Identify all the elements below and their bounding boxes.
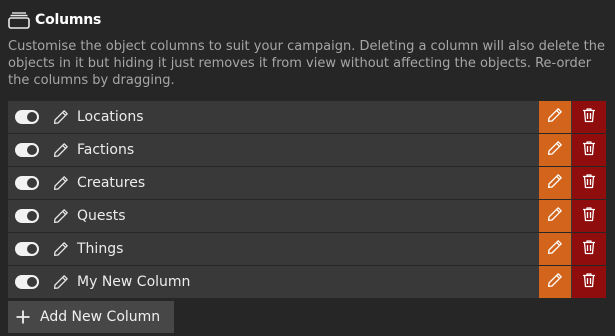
- add-new-column-label: Add New Column: [40, 309, 161, 325]
- trash-icon: [581, 272, 597, 292]
- trash-icon: [581, 206, 597, 226]
- delete-column-button[interactable]: [572, 167, 606, 199]
- pencil-icon: [547, 206, 563, 226]
- column-row[interactable]: Quests: [8, 200, 606, 232]
- pencil-icon: [53, 241, 69, 257]
- column-name: Things: [77, 241, 124, 257]
- column-name: My New Column: [77, 274, 191, 290]
- column-name: Quests: [77, 208, 126, 224]
- column-name: Creatures: [77, 175, 146, 191]
- pencil-icon: [547, 272, 563, 292]
- section-description: Customise the object columns to suit you…: [8, 39, 605, 88]
- trash-icon: [581, 107, 597, 127]
- column-row[interactable]: Locations: [8, 101, 606, 133]
- visibility-toggle[interactable]: [15, 209, 39, 223]
- trash-icon: [581, 239, 597, 259]
- delete-column-button[interactable]: [572, 200, 606, 232]
- toggle-knob: [27, 277, 37, 287]
- trash-icon: [581, 173, 597, 193]
- pencil-icon: [53, 274, 69, 290]
- visibility-toggle[interactable]: [15, 242, 39, 256]
- pencil-icon: [53, 142, 69, 158]
- column-row[interactable]: Factions: [8, 134, 606, 166]
- edit-column-button[interactable]: [539, 167, 571, 199]
- visibility-toggle[interactable]: [15, 176, 39, 190]
- toggle-knob: [27, 145, 37, 155]
- delete-column-button[interactable]: [572, 101, 606, 133]
- edit-column-button[interactable]: [539, 233, 571, 265]
- column-row[interactable]: My New Column: [8, 266, 606, 298]
- delete-column-button[interactable]: [572, 134, 606, 166]
- pencil-icon: [547, 140, 563, 160]
- column-name: Locations: [77, 109, 144, 125]
- toggle-knob: [27, 211, 37, 221]
- edit-column-button[interactable]: [539, 200, 571, 232]
- column-list: Locations Factions Creatures Quests Thin…: [8, 101, 606, 299]
- delete-column-button[interactable]: [572, 266, 606, 298]
- toggle-knob: [27, 112, 37, 122]
- section-title: Columns: [35, 12, 102, 28]
- trash-icon: [581, 140, 597, 160]
- visibility-toggle[interactable]: [15, 143, 39, 157]
- column-row-main[interactable]: Creatures: [8, 167, 539, 199]
- section-header: Columns: [8, 8, 101, 32]
- visibility-toggle[interactable]: [15, 110, 39, 124]
- pencil-icon: [53, 175, 69, 191]
- plus-icon: [15, 309, 31, 325]
- column-row-main[interactable]: My New Column: [8, 266, 539, 298]
- visibility-toggle[interactable]: [15, 275, 39, 289]
- edit-column-button[interactable]: [539, 134, 571, 166]
- pencil-icon: [53, 208, 69, 224]
- column-name: Factions: [77, 142, 135, 158]
- stacked-window-icon: [8, 10, 30, 30]
- add-new-column-button[interactable]: Add New Column: [8, 301, 174, 333]
- edit-column-button[interactable]: [539, 266, 571, 298]
- pencil-icon: [53, 109, 69, 125]
- pencil-icon: [547, 239, 563, 259]
- column-row-main[interactable]: Things: [8, 233, 539, 265]
- pencil-icon: [547, 107, 563, 127]
- column-row-main[interactable]: Locations: [8, 101, 539, 133]
- column-row[interactable]: Creatures: [8, 167, 606, 199]
- delete-column-button[interactable]: [572, 233, 606, 265]
- column-row-main[interactable]: Quests: [8, 200, 539, 232]
- pencil-icon: [547, 173, 563, 193]
- column-row[interactable]: Things: [8, 233, 606, 265]
- edit-column-button[interactable]: [539, 101, 571, 133]
- column-row-main[interactable]: Factions: [8, 134, 539, 166]
- toggle-knob: [27, 244, 37, 254]
- toggle-knob: [27, 178, 37, 188]
